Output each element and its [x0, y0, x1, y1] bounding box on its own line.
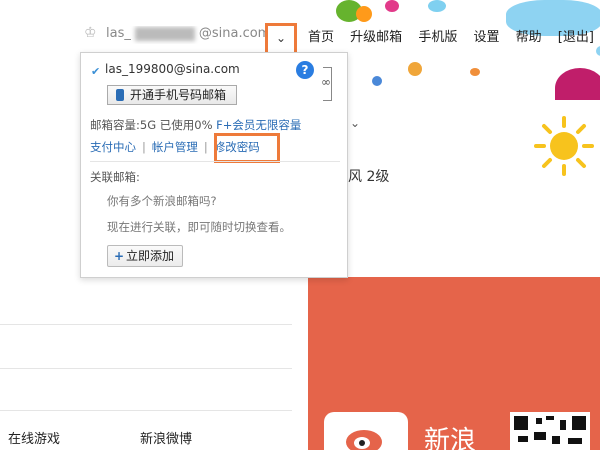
nav-help[interactable]: 帮助	[516, 30, 542, 45]
user-suffix: @sina.com	[198, 26, 266, 41]
popup-divider	[90, 161, 340, 162]
check-icon: ✔	[91, 65, 101, 78]
decoration-dot	[596, 46, 600, 56]
linked-mailbox-label: 关联邮箱:	[90, 170, 140, 184]
change-password-highlight	[214, 133, 280, 163]
phone-icon	[116, 89, 124, 101]
nav-logout[interactable]: [退出]	[558, 30, 594, 45]
top-nav: 首页 升级邮箱 手机版 设置 帮助 [退出]	[308, 26, 600, 46]
nav-home[interactable]: 首页	[308, 30, 334, 45]
decoration-dot	[372, 76, 382, 86]
divider-line	[0, 324, 292, 325]
decoration-dot	[356, 6, 372, 22]
capacity-text: 邮箱容量:5G 已使用0%	[90, 118, 213, 132]
nav-settings[interactable]: 设置	[473, 30, 499, 45]
nav-upgrade[interactable]: 升级邮箱	[350, 30, 402, 45]
user-account[interactable]: las_ @sina.com	[106, 26, 266, 44]
redacted-mask	[134, 26, 195, 41]
decoration-dot	[408, 62, 422, 76]
weibo-eye-icon	[346, 430, 382, 454]
open-phone-mailbox-button[interactable]: 开通手机号码邮箱	[107, 85, 237, 105]
crown-icon: ♔	[84, 25, 97, 41]
link-account-management[interactable]: 帐户管理	[152, 140, 198, 154]
divider-line	[0, 368, 292, 369]
qr-code	[510, 412, 590, 450]
sun-icon	[534, 116, 594, 176]
separator: |	[142, 140, 146, 154]
chevron-down-icon: ⌄	[275, 31, 287, 45]
weather-wind: 风 2级	[348, 169, 390, 185]
account-dropdown-button[interactable]: ⌄	[265, 23, 297, 55]
weibo-logo	[324, 412, 408, 454]
account-popup: ✔ las_199800@sina.com ? ∞ 开通手机号码邮箱 邮箱容量:…	[80, 52, 348, 278]
link-online-games[interactable]: 在线游戏	[8, 428, 60, 447]
account-email: las_199800@sina.com	[105, 62, 240, 76]
mailbox-capacity: 邮箱容量:5G 已使用0% F+会员无限容量	[90, 117, 301, 133]
weather-dropdown-icon[interactable]: ⌄	[350, 116, 360, 130]
phone-button-label: 开通手机号码邮箱	[130, 88, 227, 102]
decoration-dot	[428, 0, 446, 12]
decoration-dot	[385, 0, 399, 12]
divider-line	[0, 410, 292, 411]
vip-capacity-link[interactable]: F+会员无限容量	[216, 118, 301, 132]
linked-mailbox-description: 现在进行关联，即可随时切换查看。	[107, 220, 291, 234]
user-prefix: las_	[106, 26, 131, 41]
help-icon[interactable]: ?	[296, 61, 314, 79]
separator: |	[203, 140, 208, 154]
add-now-button[interactable]: + 立即添加	[107, 245, 183, 267]
decoration-dot	[470, 68, 480, 76]
link-icon[interactable]: ∞	[321, 75, 335, 89]
add-button-label: 立即添加	[126, 249, 175, 263]
link-payment-center[interactable]: 支付中心	[90, 140, 136, 154]
plus-icon: +	[114, 249, 125, 263]
link-sina-weibo[interactable]: 新浪微博	[140, 428, 192, 447]
nav-mobile[interactable]: 手机版	[418, 30, 457, 45]
linked-mailbox-question: 你有多个新浪邮箱吗?	[107, 194, 217, 208]
weibo-brand-text: 新浪	[424, 426, 477, 456]
